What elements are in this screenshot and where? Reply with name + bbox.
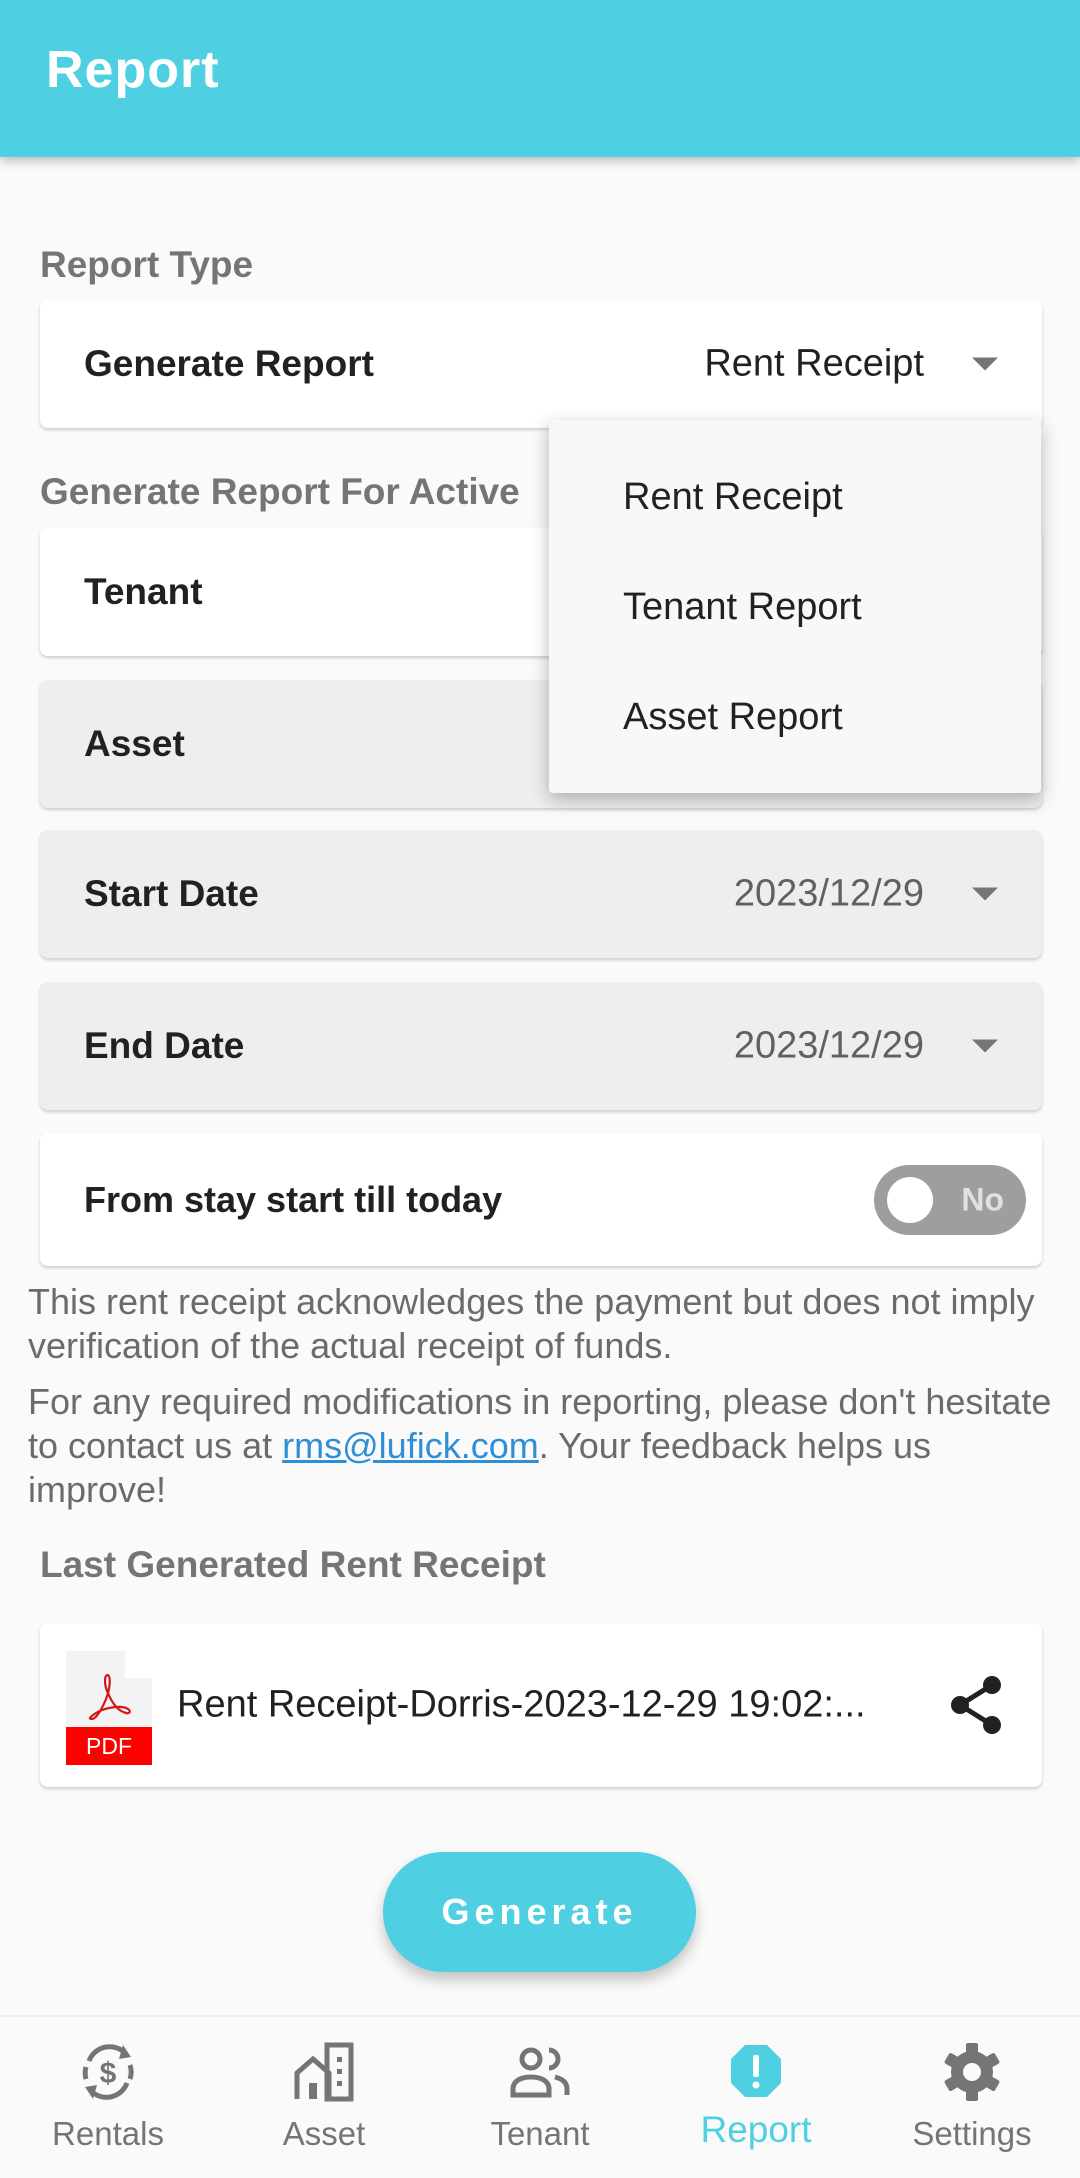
disclaimer-text: This rent receipt acknowledges the payme…: [28, 1281, 1035, 1366]
contact-email-link[interactable]: rms@lufick.com: [282, 1425, 539, 1466]
end-date-value: 2023/12/29: [733, 1024, 924, 1067]
generate-report-label: Generate Report: [84, 343, 374, 384]
report-alert-icon: [731, 2045, 781, 2097]
buildings-icon: [294, 2042, 354, 2102]
toggle-state-text: No: [961, 1181, 1004, 1217]
pdf-badge: PDF: [66, 1727, 152, 1765]
page-title: Report: [46, 41, 220, 99]
currency-exchange-icon: $: [82, 2044, 134, 2100]
chevron-down-icon: [972, 1039, 998, 1053]
menu-item-rent-receipt[interactable]: Rent Receipt: [623, 476, 843, 519]
menu-item-tenant-report[interactable]: Tenant Report: [623, 586, 862, 629]
svg-text:$: $: [100, 2057, 117, 2090]
nav-label: Report: [700, 2109, 812, 2150]
chevron-down-icon: [972, 887, 998, 901]
nav-item-tenant[interactable]: Tenant: [432, 2039, 648, 2169]
report-type-dropdown[interactable]: Generate Report Rent Receipt: [40, 300, 1042, 428]
nav-label: Asset: [282, 2115, 366, 2152]
active-section-label: Generate Report For Active: [40, 471, 520, 512]
nav-item-report[interactable]: Report: [648, 2039, 864, 2169]
nav-label: Tenant: [490, 2115, 590, 2152]
stay-toggle-switch[interactable]: No: [874, 1164, 1026, 1235]
chevron-down-icon: [972, 357, 998, 371]
start-date-label: Start Date: [84, 873, 259, 914]
gear-icon: [944, 2043, 1000, 2101]
pdf-file-icon: PDF: [66, 1651, 152, 1765]
people-icon: [510, 2047, 570, 2098]
nav-label: Settings: [912, 2115, 1032, 2152]
tenant-label: Tenant: [84, 571, 203, 612]
end-date-picker[interactable]: End Date 2023/12/29: [40, 982, 1042, 1110]
start-date-picker[interactable]: Start Date 2023/12/29: [40, 830, 1042, 958]
menu-item-asset-report[interactable]: Asset Report: [623, 696, 843, 739]
report-type-label: Report Type: [40, 244, 254, 285]
nav-item-settings[interactable]: Settings: [864, 2039, 1080, 2169]
end-date-label: End Date: [84, 1025, 245, 1066]
last-generated-file[interactable]: PDF Rent Receipt-Dorris-2023-12-29 19:02…: [40, 1623, 1042, 1787]
bottom-nav: $ Rentals Asset Tenant Report Settings: [0, 2015, 1080, 2178]
nav-item-asset[interactable]: Asset: [216, 2039, 432, 2169]
asset-label: Asset: [84, 723, 185, 764]
report-type-value: Rent Receipt: [704, 342, 924, 385]
start-date-value: 2023/12/29: [733, 872, 924, 915]
toggle-knob: [887, 1176, 933, 1223]
file-name: Rent Receipt-Dorris-2023-12-29 19:02:...: [177, 1683, 866, 1726]
app-bar: Report: [0, 0, 1080, 157]
stay-toggle-label: From stay start till today: [84, 1178, 503, 1220]
nav-label: Rentals: [52, 2115, 164, 2152]
stay-toggle-row: From stay start till today No: [40, 1133, 1042, 1266]
nav-item-rentals[interactable]: $ Rentals: [0, 2039, 216, 2169]
contact-text: For any required modifications in report…: [28, 1380, 1058, 1512]
report-type-menu: Rent Receipt Tenant Report Asset Report: [549, 420, 1041, 793]
generate-button[interactable]: Generate: [383, 1852, 696, 1972]
share-icon[interactable]: [948, 1675, 1004, 1735]
last-generated-label: Last Generated Rent Receipt: [40, 1544, 546, 1585]
